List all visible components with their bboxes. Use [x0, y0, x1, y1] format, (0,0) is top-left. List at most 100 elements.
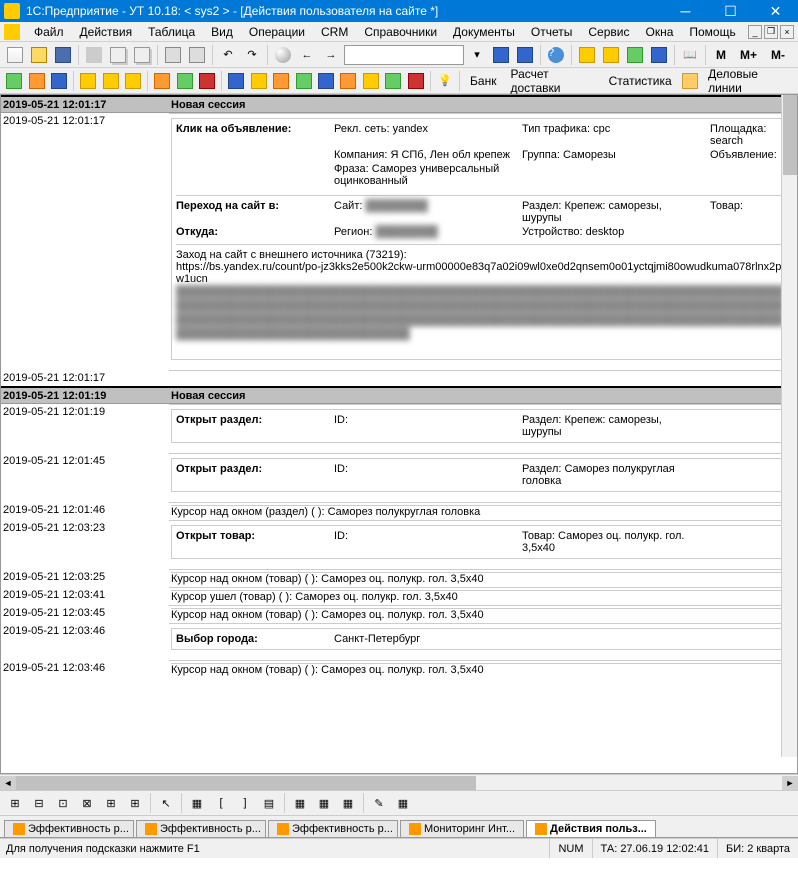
bt-5[interactable]: ⊞: [100, 792, 122, 814]
bt-11[interactable]: ▦: [289, 792, 311, 814]
print-button[interactable]: [162, 44, 184, 66]
log-row: 2019-05-21 12:01:17 Клик на объявление: …: [1, 113, 797, 370]
tb2-3[interactable]: [49, 70, 69, 92]
mplus-button[interactable]: M+: [734, 48, 763, 62]
tb2-4[interactable]: [78, 70, 98, 92]
tb2-14[interactable]: [316, 70, 336, 92]
app-icon: [4, 3, 20, 19]
tb2-8[interactable]: [175, 70, 195, 92]
search-combo[interactable]: [344, 45, 464, 65]
paste-button[interactable]: [131, 44, 153, 66]
tb2-1[interactable]: [4, 70, 24, 92]
forward-button[interactable]: →: [320, 44, 342, 66]
menu-directories[interactable]: Справочники: [356, 23, 445, 41]
tool-calc[interactable]: [490, 44, 512, 66]
bt-2[interactable]: ⊟: [28, 792, 50, 814]
new-button[interactable]: [4, 44, 26, 66]
log-row: 2019-05-21 12:03:41Курсор ушел (товар) (…: [1, 587, 797, 605]
menu-documents[interactable]: Документы: [445, 23, 523, 41]
log-row: 2019-05-21 12:01:45 Открыт раздел:ID:Раз…: [1, 453, 797, 502]
menu-table[interactable]: Таблица: [140, 23, 203, 41]
bt-4[interactable]: ⊠: [76, 792, 98, 814]
tb2-10[interactable]: [226, 70, 246, 92]
tool-4[interactable]: [648, 44, 670, 66]
m-button[interactable]: M: [710, 48, 732, 62]
undo-button[interactable]: ↶: [217, 44, 239, 66]
delivery-button[interactable]: Расчет доставки: [504, 67, 600, 95]
tool-1[interactable]: [576, 44, 598, 66]
cut-button[interactable]: [83, 44, 105, 66]
document-tab[interactable]: Эффективность р...: [4, 820, 134, 837]
tb2-11[interactable]: [249, 70, 269, 92]
tool-2[interactable]: [600, 44, 622, 66]
log-row: 2019-05-21 12:03:46Курсор над окном (тов…: [1, 660, 797, 678]
bt-6[interactable]: ⊞: [124, 792, 146, 814]
bank-button[interactable]: Банк: [464, 74, 502, 88]
mminus-button[interactable]: M-: [765, 48, 791, 62]
mail-icon[interactable]: [680, 70, 700, 92]
bulb-icon[interactable]: 💡: [435, 70, 455, 92]
pointer-icon[interactable]: ↖: [155, 792, 177, 814]
preview-button[interactable]: [186, 44, 208, 66]
bt-10[interactable]: ▤: [258, 792, 280, 814]
tool-calendar[interactable]: [514, 44, 536, 66]
tb2-9[interactable]: [197, 70, 217, 92]
menu-service[interactable]: Сервис: [580, 23, 637, 41]
menu-reports[interactable]: Отчеты: [523, 23, 580, 41]
tb2-17[interactable]: [383, 70, 403, 92]
tb2-7[interactable]: [152, 70, 172, 92]
back-button[interactable]: ←: [296, 44, 318, 66]
bt-14[interactable]: ✎: [368, 792, 390, 814]
bt-8[interactable]: [: [210, 792, 232, 814]
bt-13[interactable]: ▦: [337, 792, 359, 814]
close-button[interactable]: ✕: [753, 0, 798, 22]
mdi-restore-button[interactable]: ❐: [764, 25, 778, 39]
redo-button[interactable]: ↷: [241, 44, 263, 66]
tb2-16[interactable]: [361, 70, 381, 92]
bt-1[interactable]: ⊞: [4, 792, 26, 814]
bt-3[interactable]: ⊡: [52, 792, 74, 814]
tab-icon: [277, 823, 289, 835]
menu-windows[interactable]: Окна: [637, 23, 681, 41]
copy-button[interactable]: [107, 44, 129, 66]
bt-15[interactable]: ▦: [392, 792, 414, 814]
save-button[interactable]: [52, 44, 74, 66]
bt-12[interactable]: ▦: [313, 792, 335, 814]
open-button[interactable]: [28, 44, 50, 66]
vertical-scrollbar[interactable]: [781, 95, 797, 757]
bt-9[interactable]: ]: [234, 792, 256, 814]
bt-7[interactable]: ▦: [186, 792, 208, 814]
tb2-6[interactable]: [123, 70, 143, 92]
document-tab[interactable]: Мониторинг Инт...: [400, 820, 524, 837]
tool-3[interactable]: [624, 44, 646, 66]
menu-help[interactable]: Помощь: [681, 23, 743, 41]
dropdown-button[interactable]: ▾: [466, 44, 488, 66]
tb2-2[interactable]: [26, 70, 46, 92]
tool-book[interactable]: 📖: [679, 44, 701, 66]
lines-button[interactable]: Деловые линии: [702, 67, 794, 95]
mdi-minimize-button[interactable]: _: [748, 25, 762, 39]
find-button[interactable]: [272, 44, 294, 66]
menu-operations[interactable]: Операции: [241, 23, 313, 41]
help-button[interactable]: ?: [545, 44, 567, 66]
menu-actions[interactable]: Действия: [72, 23, 141, 41]
minimize-button[interactable]: ─: [663, 0, 708, 22]
menu-crm[interactable]: CRM: [313, 23, 356, 41]
maximize-button[interactable]: ☐: [708, 0, 753, 22]
stats-button[interactable]: Статистика: [603, 74, 678, 88]
tb2-13[interactable]: [293, 70, 313, 92]
scroll-left-button[interactable]: ◄: [0, 776, 16, 790]
scroll-right-button[interactable]: ►: [782, 776, 798, 790]
tb2-18[interactable]: [405, 70, 425, 92]
mdi-close-button[interactable]: ×: [780, 25, 794, 39]
status-ta: ТА: 27.06.19 12:02:41: [592, 839, 718, 858]
document-tab[interactable]: Действия польз...: [526, 820, 656, 837]
horizontal-scrollbar[interactable]: ◄ ►: [0, 774, 798, 790]
menu-view[interactable]: Вид: [203, 23, 241, 41]
document-tab[interactable]: Эффективность р...: [268, 820, 398, 837]
tb2-12[interactable]: [271, 70, 291, 92]
document-tab[interactable]: Эффективность р...: [136, 820, 266, 837]
menu-file[interactable]: Файл: [26, 23, 72, 41]
tb2-5[interactable]: [100, 70, 120, 92]
tb2-15[interactable]: [338, 70, 358, 92]
